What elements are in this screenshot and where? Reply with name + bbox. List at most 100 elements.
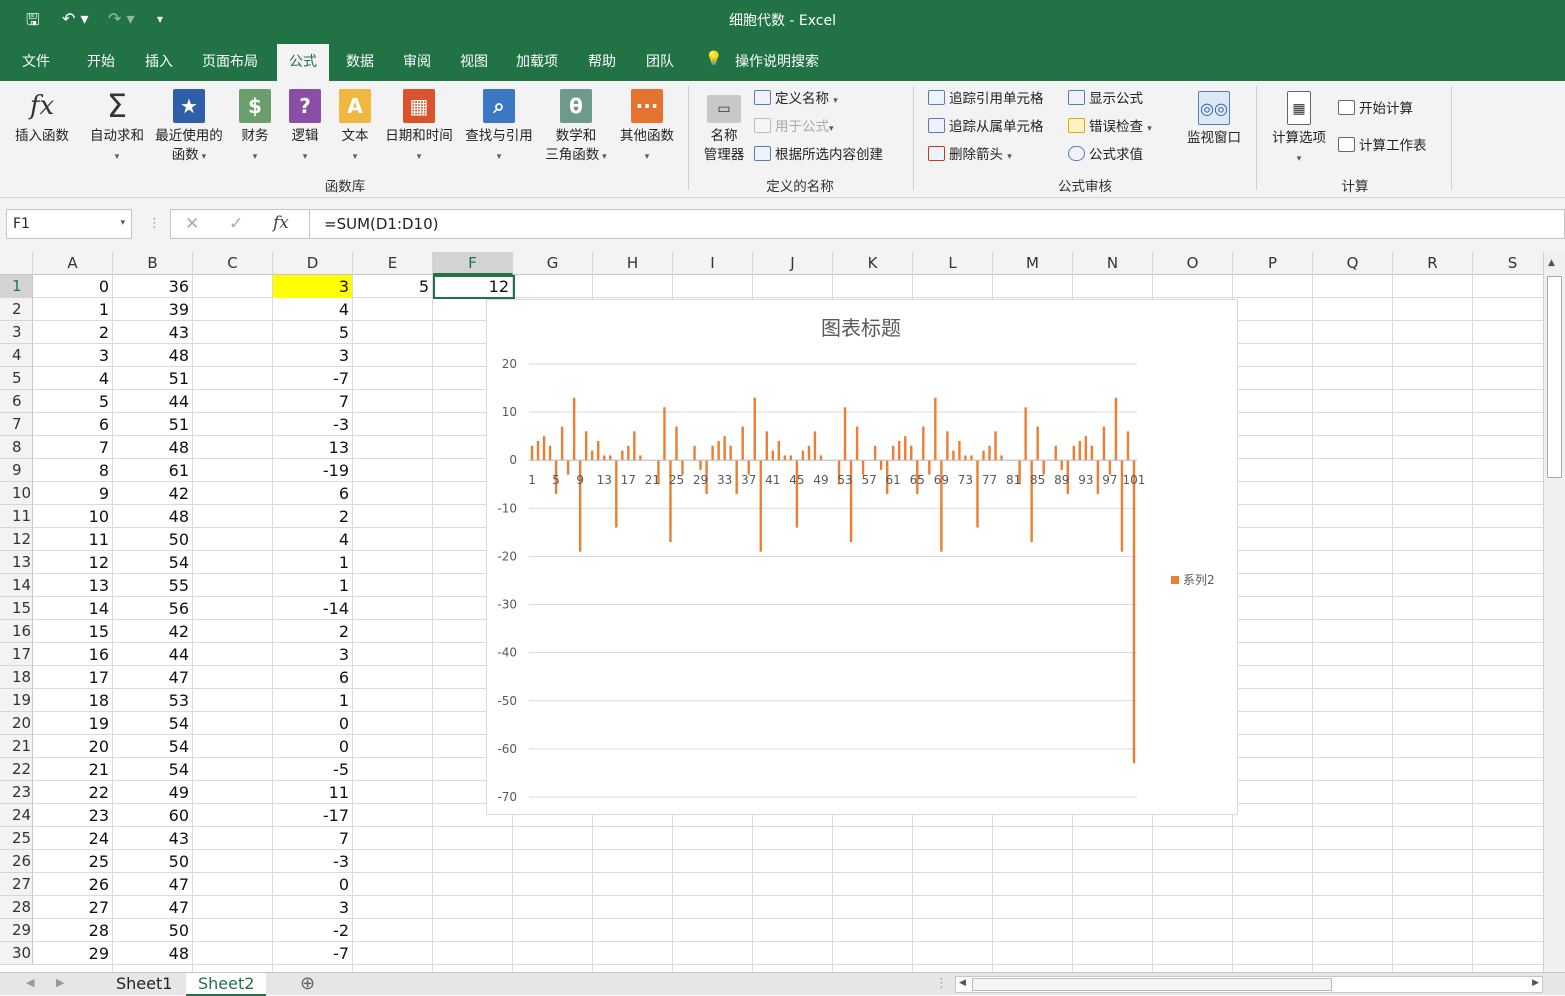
column-header-c[interactable]: C bbox=[193, 252, 273, 275]
scroll-up-icon[interactable]: ▲ bbox=[1548, 258, 1555, 268]
row-header[interactable]: 1 bbox=[0, 275, 33, 298]
cell-a28[interactable]: 27 bbox=[33, 896, 112, 919]
cell-b20[interactable]: 54 bbox=[113, 712, 192, 735]
cell-b28[interactable]: 47 bbox=[113, 896, 192, 919]
cell-a17[interactable]: 16 bbox=[33, 643, 112, 666]
column-header-k[interactable]: K bbox=[833, 252, 913, 275]
enter-check-icon[interactable]: ✓ bbox=[229, 214, 243, 234]
cell-b22[interactable]: 54 bbox=[113, 758, 192, 781]
cell-a4[interactable]: 3 bbox=[33, 344, 112, 367]
tell-me-search[interactable]: 操作说明搜索 bbox=[735, 51, 819, 71]
tab-addins[interactable]: 加载项 bbox=[516, 51, 558, 71]
column-header-q[interactable]: Q bbox=[1313, 252, 1393, 275]
create-from-selection-button[interactable]: 根据所选内容创建 bbox=[754, 146, 883, 164]
tab-formulas[interactable]: 公式 bbox=[277, 44, 329, 81]
watch-window-button[interactable]: ◎◎ 监视窗口 bbox=[1182, 91, 1246, 148]
cell-d25[interactable]: 7 bbox=[273, 827, 352, 850]
chart[interactable]: 图表标题20100-10-20-30-40-50-60-701591317212… bbox=[486, 299, 1238, 815]
cell-a1[interactable]: 0 bbox=[33, 275, 112, 298]
cell-b21[interactable]: 54 bbox=[113, 735, 192, 758]
calculate-sheet-button[interactable]: 计算工作表 bbox=[1338, 137, 1427, 155]
column-header-m[interactable]: M bbox=[993, 252, 1073, 275]
cell-d21[interactable]: 0 bbox=[273, 735, 352, 758]
row-header[interactable]: 19 bbox=[0, 689, 33, 712]
row-header[interactable]: 8 bbox=[0, 436, 33, 459]
cell-d10[interactable]: 6 bbox=[273, 482, 352, 505]
cell-a14[interactable]: 13 bbox=[33, 574, 112, 597]
cell-a23[interactable]: 22 bbox=[33, 781, 112, 804]
cell-a20[interactable]: 19 bbox=[33, 712, 112, 735]
row-header[interactable]: 16 bbox=[0, 620, 33, 643]
use-in-formula-button[interactable]: 用于公式▾ bbox=[754, 118, 834, 138]
cell-b8[interactable]: 48 bbox=[113, 436, 192, 459]
row-header[interactable]: 25 bbox=[0, 827, 33, 850]
cell-b9[interactable]: 61 bbox=[113, 459, 192, 482]
column-header-h[interactable]: H bbox=[593, 252, 673, 275]
cell-d14[interactable]: 1 bbox=[273, 574, 352, 597]
tab-insert[interactable]: 插入 bbox=[145, 51, 173, 71]
tab-review[interactable]: 审阅 bbox=[403, 51, 431, 71]
row-header[interactable]: 29 bbox=[0, 919, 33, 942]
column-header-i[interactable]: I bbox=[673, 252, 753, 275]
insert-function-button[interactable]: fx 插入函数 bbox=[10, 89, 74, 146]
cell-b1[interactable]: 36 bbox=[113, 275, 192, 298]
row-header[interactable]: 5 bbox=[0, 367, 33, 390]
cell-d8[interactable]: 13 bbox=[273, 436, 352, 459]
row-header[interactable]: 7 bbox=[0, 413, 33, 436]
cell-a26[interactable]: 25 bbox=[33, 850, 112, 873]
calculation-options-button[interactable]: ▦ 计算选项▾ bbox=[1266, 91, 1332, 169]
cell-a11[interactable]: 10 bbox=[33, 505, 112, 528]
row-header[interactable]: 15 bbox=[0, 597, 33, 620]
cell-a21[interactable]: 20 bbox=[33, 735, 112, 758]
column-header-j[interactable]: J bbox=[753, 252, 833, 275]
cell-b7[interactable]: 51 bbox=[113, 413, 192, 436]
tab-view[interactable]: 视图 bbox=[460, 51, 488, 71]
cell-d27[interactable]: 0 bbox=[273, 873, 352, 896]
cell-a16[interactable]: 15 bbox=[33, 620, 112, 643]
cell-a19[interactable]: 18 bbox=[33, 689, 112, 712]
next-sheet-icon[interactable]: ▶ bbox=[56, 976, 64, 989]
cell-b14[interactable]: 55 bbox=[113, 574, 192, 597]
cell-d29[interactable]: -2 bbox=[273, 919, 352, 942]
column-header-a[interactable]: A bbox=[33, 252, 113, 275]
cell-e1[interactable]: 5 bbox=[353, 275, 432, 298]
prev-sheet-icon[interactable]: ◀ bbox=[26, 976, 34, 989]
cell-d13[interactable]: 1 bbox=[273, 551, 352, 574]
horizontal-scrollbar[interactable]: ◀ ▶ bbox=[955, 976, 1543, 993]
row-header[interactable]: 22 bbox=[0, 758, 33, 781]
row-header[interactable]: 12 bbox=[0, 528, 33, 551]
cell-b2[interactable]: 39 bbox=[113, 298, 192, 321]
cell-d9[interactable]: -19 bbox=[273, 459, 352, 482]
cell-b4[interactable]: 48 bbox=[113, 344, 192, 367]
row-header[interactable]: 20 bbox=[0, 712, 33, 735]
row-header[interactable]: 13 bbox=[0, 551, 33, 574]
column-header-n[interactable]: N bbox=[1073, 252, 1153, 275]
cell-b23[interactable]: 49 bbox=[113, 781, 192, 804]
cell-b26[interactable]: 50 bbox=[113, 850, 192, 873]
column-header-g[interactable]: G bbox=[513, 252, 593, 275]
cell-a5[interactable]: 4 bbox=[33, 367, 112, 390]
row-header[interactable]: 30 bbox=[0, 942, 33, 965]
column-header-o[interactable]: O bbox=[1153, 252, 1233, 275]
cell-d23[interactable]: 11 bbox=[273, 781, 352, 804]
drag-handle-icon[interactable]: ⋮ bbox=[148, 216, 161, 231]
cell-d7[interactable]: -3 bbox=[273, 413, 352, 436]
cell-b13[interactable]: 54 bbox=[113, 551, 192, 574]
cell-d12[interactable]: 4 bbox=[273, 528, 352, 551]
cell-a6[interactable]: 5 bbox=[33, 390, 112, 413]
scroll-right-icon[interactable]: ▶ bbox=[1532, 978, 1539, 988]
cell-b6[interactable]: 44 bbox=[113, 390, 192, 413]
row-header[interactable]: 4 bbox=[0, 344, 33, 367]
cell-d28[interactable]: 3 bbox=[273, 896, 352, 919]
cancel-icon[interactable]: ✕ bbox=[185, 214, 199, 234]
row-header[interactable]: 27 bbox=[0, 873, 33, 896]
tab-home[interactable]: 开始 bbox=[87, 51, 115, 71]
row-header[interactable]: 24 bbox=[0, 804, 33, 827]
show-formulas-button[interactable]: 显示公式 bbox=[1068, 90, 1143, 108]
row-header[interactable]: 14 bbox=[0, 574, 33, 597]
autosum-button[interactable]: Σ 自动求和▾ bbox=[86, 89, 148, 167]
cell-d24[interactable]: -17 bbox=[273, 804, 352, 827]
cell-a13[interactable]: 12 bbox=[33, 551, 112, 574]
calculate-now-button[interactable]: 开始计算 bbox=[1338, 100, 1413, 118]
cell-a9[interactable]: 8 bbox=[33, 459, 112, 482]
